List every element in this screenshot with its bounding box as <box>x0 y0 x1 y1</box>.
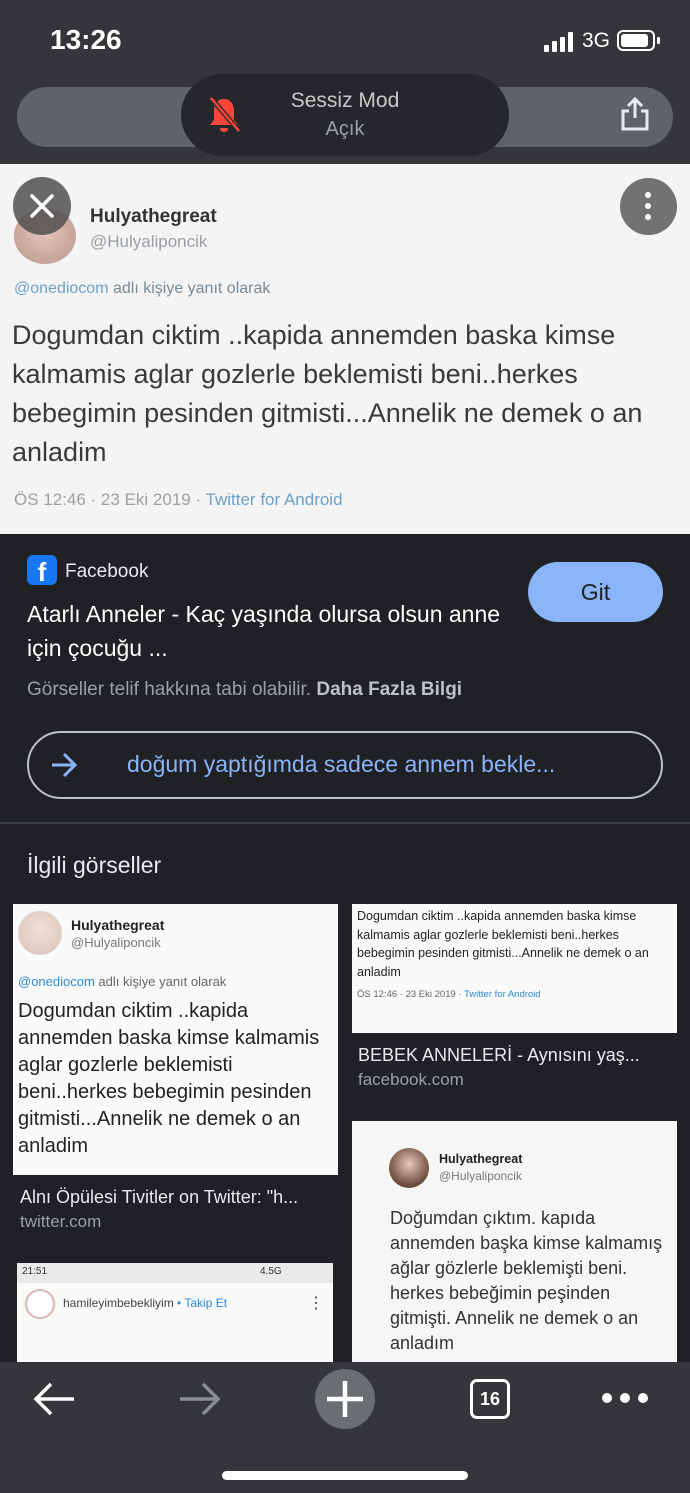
learn-more-link[interactable]: Daha Fazla Bilgi <box>316 679 462 700</box>
close-button[interactable] <box>13 177 71 235</box>
network-type: 3G <box>582 29 611 52</box>
reply-suffix: adlı kişiye yanıt olarak <box>108 280 271 297</box>
arrow-right-icon <box>52 752 78 778</box>
tweet-reply-line: @onediocom adlı kişiye yanıt olarak <box>14 280 270 298</box>
more-options-button[interactable] <box>620 178 677 235</box>
tweet-text: Dogumdan ciktim ..kapida annemden baska … <box>12 320 643 467</box>
tweet-author-name: Hulyathegreat <box>439 1152 523 1166</box>
related-card-title[interactable]: BEBEK ANNELERİ - Aynısını yaş... <box>358 1045 668 1066</box>
phone-network: 4.5G <box>260 1266 282 1277</box>
tweet-source: Twitter for Android <box>205 490 343 509</box>
home-indicator[interactable] <box>222 1471 468 1480</box>
tweet-text: Dogumdan ciktim ..kapida annemden baska … <box>357 909 649 979</box>
dot <box>645 192 651 198</box>
toast-subtitle: Açık <box>325 118 365 140</box>
back-arrow-icon[interactable] <box>32 1381 76 1417</box>
tweet-author-handle: @Hulyaliponcik <box>71 935 161 950</box>
avatar <box>25 1289 55 1319</box>
battery-tip <box>657 37 660 44</box>
more-dots-icon: ⋮ <box>308 1295 324 1312</box>
battery-icon <box>617 30 655 51</box>
share-icon[interactable] <box>620 96 650 132</box>
tweet-date: ÖS 12:46 · 23 Eki 2019 · <box>357 989 465 1000</box>
tweet-author-name: Hulyathegreat <box>90 206 217 227</box>
tweet-date: ÖS 12:46 · 23 Eki 2019 · <box>14 490 206 509</box>
page-name: hamileyimbebekliyim <box>63 1296 174 1310</box>
related-card-title[interactable]: Alnı Öpülesi Tivitler on Twitter: "h... <box>20 1187 335 1208</box>
result-title[interactable]: Atarlı Anneler - Kaç yaşında olursa olsu… <box>27 597 507 665</box>
screen: 13:26 3G Sessiz Mod Açık Hulyathegreat @… <box>0 0 690 1493</box>
divider <box>0 822 690 824</box>
go-button[interactable]: Git <box>528 562 663 622</box>
tweet-author-name: Hulyathegreat <box>71 917 165 933</box>
follow-link: • Takip Et <box>173 1296 228 1310</box>
result-source[interactable]: Facebook <box>65 561 148 583</box>
dot <box>645 203 651 209</box>
tweet-text: Dogumdan ciktim ..kapida annemden baska … <box>18 1000 320 1157</box>
phone-time: 21:51 <box>22 1266 48 1277</box>
close-icon <box>30 194 54 218</box>
reply-mention: @onediocom <box>14 280 109 297</box>
tweet-reply-line: @onediocom adlı kişiye yanıt olarak <box>18 974 226 989</box>
avatar <box>389 1148 429 1188</box>
related-card-source: twitter.com <box>20 1212 102 1231</box>
new-tab-button[interactable] <box>315 1369 375 1429</box>
reply-suffix: adlı kişiye yanıt olarak <box>94 974 227 989</box>
related-card-source: facebook.com <box>358 1070 464 1089</box>
facebook-f-glyph: f <box>37 557 47 587</box>
tweet-text: Doğumdan çıktım. kapıda annemden başka k… <box>390 1208 663 1353</box>
status-time: 13:26 <box>50 24 122 55</box>
menu-dots-icon[interactable] <box>600 1390 650 1406</box>
instagram-page-line: hamileyimbebekliyim • Takip Et <box>63 1296 227 1310</box>
tweet-source: Twitter for Android <box>464 989 541 1000</box>
plus-icon <box>327 1381 363 1417</box>
tweet-meta: ÖS 12:46 · 23 Eki 2019 · Twitter for And… <box>14 490 343 510</box>
tweet-author-handle: @Hulyaliponcik <box>90 232 208 251</box>
copyright-text: Görseller telif hakkına tabi olabilir. <box>27 679 317 700</box>
bell-slash-icon <box>209 96 241 133</box>
dot <box>645 214 651 220</box>
tweet-meta: ÖS 12:46 · 23 Eki 2019 · Twitter for And… <box>357 989 541 1000</box>
tab-switcher-button[interactable]: 16 <box>470 1379 510 1419</box>
related-images-heading: İlgili görseller <box>27 852 162 878</box>
copyright-notice: Görseller telif hakkına tabi olabilir. D… <box>27 679 462 701</box>
phone-status-bar <box>17 1263 333 1283</box>
toast-title: Sessiz Mod <box>290 89 400 112</box>
tweet-author-handle: @Hulyaliponcik <box>439 1169 522 1183</box>
related-search-text[interactable]: doğum yaptığımda sadece annem bekle... <box>127 751 555 778</box>
forward-arrow-icon[interactable] <box>178 1381 222 1417</box>
reply-mention: @onediocom <box>18 974 95 989</box>
avatar <box>18 911 62 955</box>
signal-icon <box>544 32 573 52</box>
